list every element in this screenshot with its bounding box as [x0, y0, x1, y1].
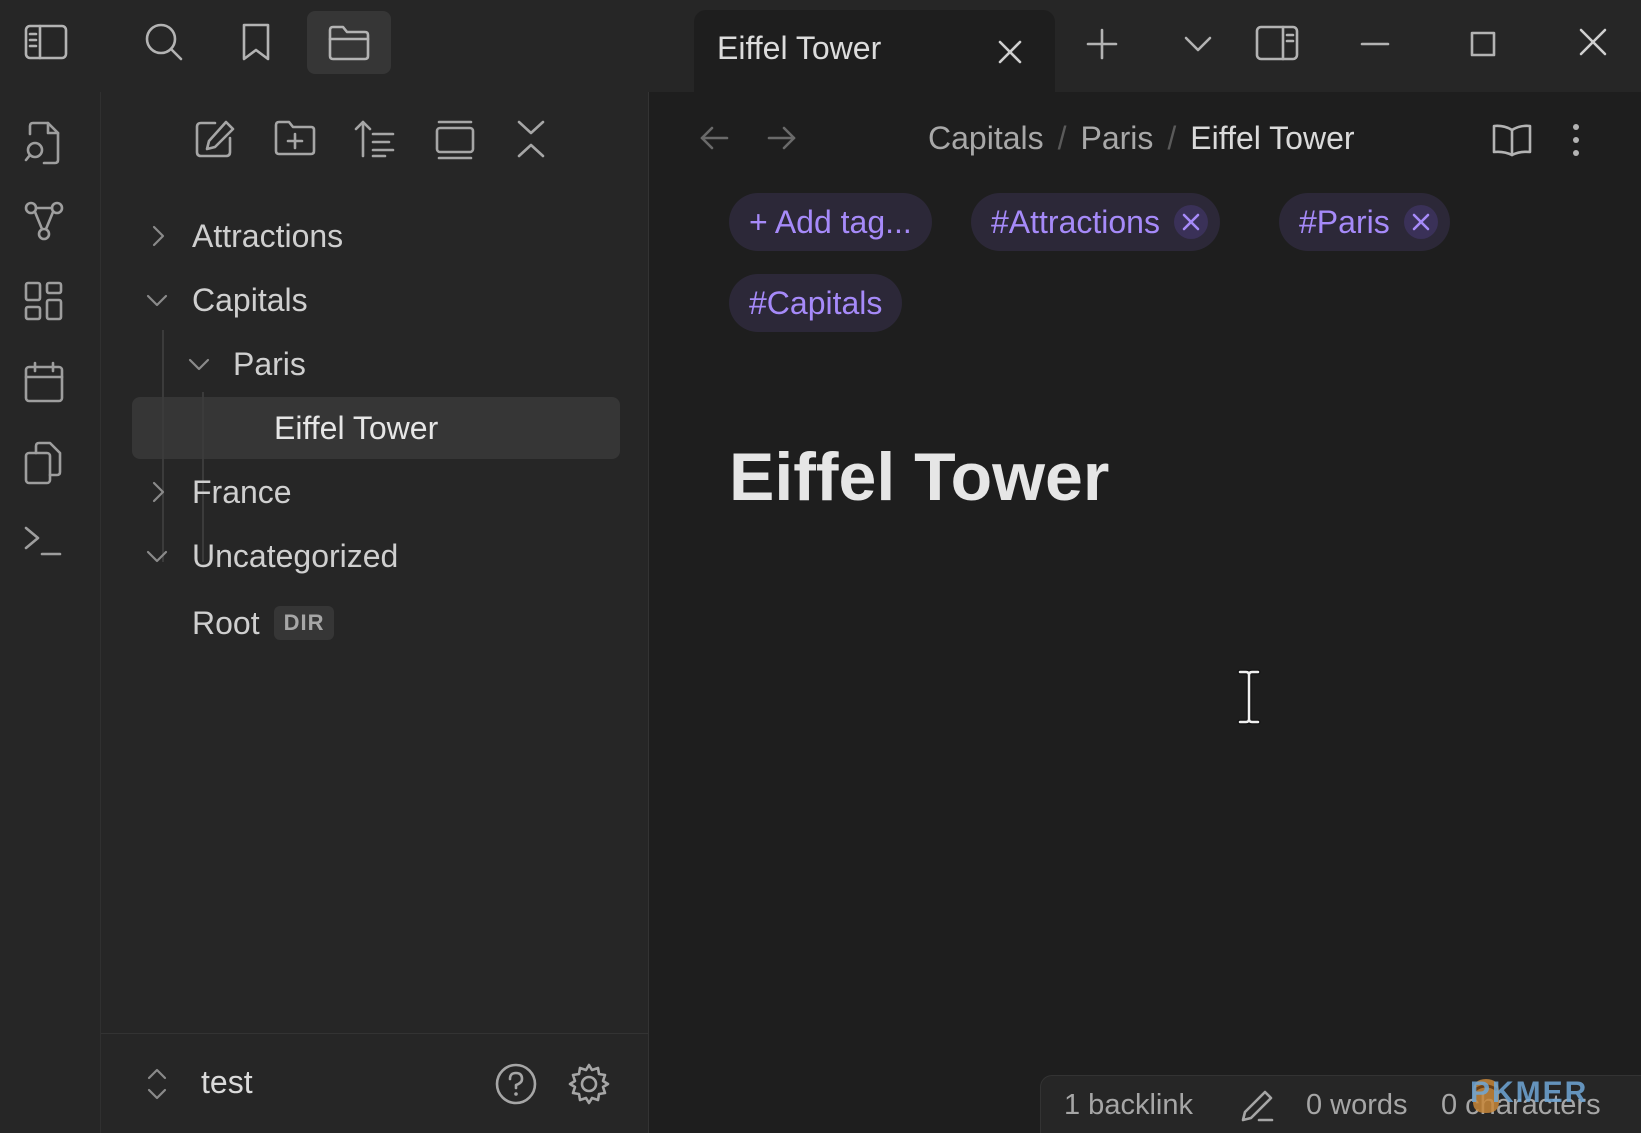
tree-item-capitals[interactable]: Capitals — [132, 269, 620, 331]
file-explorer: Attractions Capitals Paris Eiffel Tower … — [101, 92, 649, 1133]
chevron-down-icon — [144, 291, 170, 309]
tag-chip-capitals[interactable]: #Capitals — [729, 274, 903, 332]
backlink-count[interactable]: 1 backlink — [1064, 1089, 1193, 1122]
tag-label: #Capitals — [749, 284, 883, 321]
ribbon — [0, 92, 101, 1133]
tree-guide — [202, 397, 204, 459]
close-tab-icon[interactable] — [992, 34, 1028, 70]
title-bar: Eiffel Tower — [0, 0, 1641, 92]
remove-tag-close-icon[interactable] — [1173, 205, 1208, 239]
back-arrow-icon[interactable] — [698, 124, 730, 152]
new-note-icon[interactable] — [193, 118, 237, 160]
copy-pages-icon[interactable] — [22, 440, 66, 486]
vault-switcher-icon[interactable] — [145, 1066, 169, 1102]
breadcrumb-item-paris[interactable]: Paris — [1081, 120, 1154, 157]
breadcrumb-separator: / — [1057, 120, 1067, 156]
bookmark-icon[interactable] — [228, 18, 284, 66]
toggle-right-sidebar-icon[interactable] — [1252, 20, 1302, 66]
tree-item-france[interactable]: France — [132, 461, 620, 523]
files-folder-icon[interactable] — [307, 11, 391, 74]
close-window-icon[interactable] — [1573, 22, 1613, 62]
graph-view-icon[interactable] — [22, 200, 66, 242]
text-cursor-icon — [1236, 669, 1262, 725]
tree-item-eiffel-tower[interactable]: Eiffel Tower — [132, 397, 620, 459]
help-icon[interactable] — [494, 1062, 538, 1106]
editing-mode-pencil-icon[interactable] — [1239, 1088, 1275, 1124]
tree-item-attractions[interactable]: Attractions — [132, 205, 620, 267]
tree-item-root[interactable]: Root DIR — [132, 592, 620, 654]
tree-item-label: Attractions — [192, 217, 344, 254]
reading-view-book-icon[interactable] — [1491, 122, 1533, 158]
tree-item-label: Capitals — [192, 281, 308, 318]
auto-reveal-icon[interactable] — [433, 118, 477, 160]
tab-title: Eiffel Tower — [717, 30, 882, 66]
pkmer-watermark: PKMER — [1470, 1076, 1589, 1109]
note-title[interactable]: Eiffel Tower — [729, 438, 1109, 516]
search-icon[interactable] — [136, 18, 192, 66]
remove-tag-close-icon[interactable] — [1403, 205, 1438, 239]
new-tab-icon[interactable] — [1082, 24, 1122, 64]
tree-item-uncategorized[interactable]: Uncategorized — [132, 525, 620, 587]
tab-list-chevron-down-icon[interactable] — [1178, 26, 1218, 62]
tag-chip-paris[interactable]: #Paris — [1279, 193, 1450, 251]
tag-label: #Paris — [1299, 203, 1390, 240]
breadcrumb-separator: / — [1167, 120, 1177, 156]
maximize-icon[interactable] — [1463, 24, 1503, 64]
toggle-left-sidebar-icon[interactable] — [18, 18, 74, 66]
chevron-down-icon — [144, 547, 170, 565]
more-options-icon[interactable] — [1571, 122, 1581, 158]
dir-badge: DIR — [273, 606, 335, 640]
canvas-grid-icon[interactable] — [22, 280, 66, 322]
tree-item-label: Paris — [233, 345, 306, 382]
tree-item-label: Root — [192, 604, 260, 641]
tree-item-paris[interactable]: Paris — [132, 333, 620, 395]
breadcrumb-item-capitals[interactable]: Capitals — [928, 120, 1044, 157]
word-count: 0 words — [1306, 1089, 1408, 1121]
editor-pane: Capitals / Paris / Eiffel Tower + Add ta… — [649, 92, 1641, 1133]
vault-name[interactable]: test — [201, 1064, 253, 1101]
sort-order-icon[interactable] — [353, 118, 397, 160]
collapse-all-icon[interactable] — [513, 118, 549, 160]
vault-footer: test — [101, 1033, 649, 1133]
add-tag-button[interactable]: + Add tag... — [729, 193, 932, 251]
new-folder-icon[interactable] — [273, 118, 317, 158]
tree-item-label: Uncategorized — [192, 537, 399, 574]
settings-gear-icon[interactable] — [567, 1062, 611, 1106]
forward-arrow-icon[interactable] — [766, 124, 798, 152]
tag-label: #Attractions — [991, 203, 1160, 240]
tab-eiffel-tower[interactable]: Eiffel Tower — [694, 10, 1055, 92]
tree-guide — [162, 397, 164, 459]
breadcrumb-item-current[interactable]: Eiffel Tower — [1190, 120, 1354, 157]
chevron-down-icon — [186, 355, 212, 373]
breadcrumb: Capitals / Paris / Eiffel Tower — [928, 120, 1355, 157]
open-quick-switcher-icon[interactable] — [22, 120, 66, 166]
tree-item-label: France — [192, 473, 292, 510]
minimize-icon[interactable] — [1355, 24, 1395, 64]
tag-chip-attractions[interactable]: #Attractions — [971, 193, 1220, 251]
calendar-icon[interactable] — [22, 360, 66, 404]
tree-item-label: Eiffel Tower — [274, 409, 439, 446]
chevron-right-icon — [148, 223, 168, 249]
terminal-icon[interactable] — [22, 522, 66, 560]
chevron-right-icon — [148, 479, 168, 505]
